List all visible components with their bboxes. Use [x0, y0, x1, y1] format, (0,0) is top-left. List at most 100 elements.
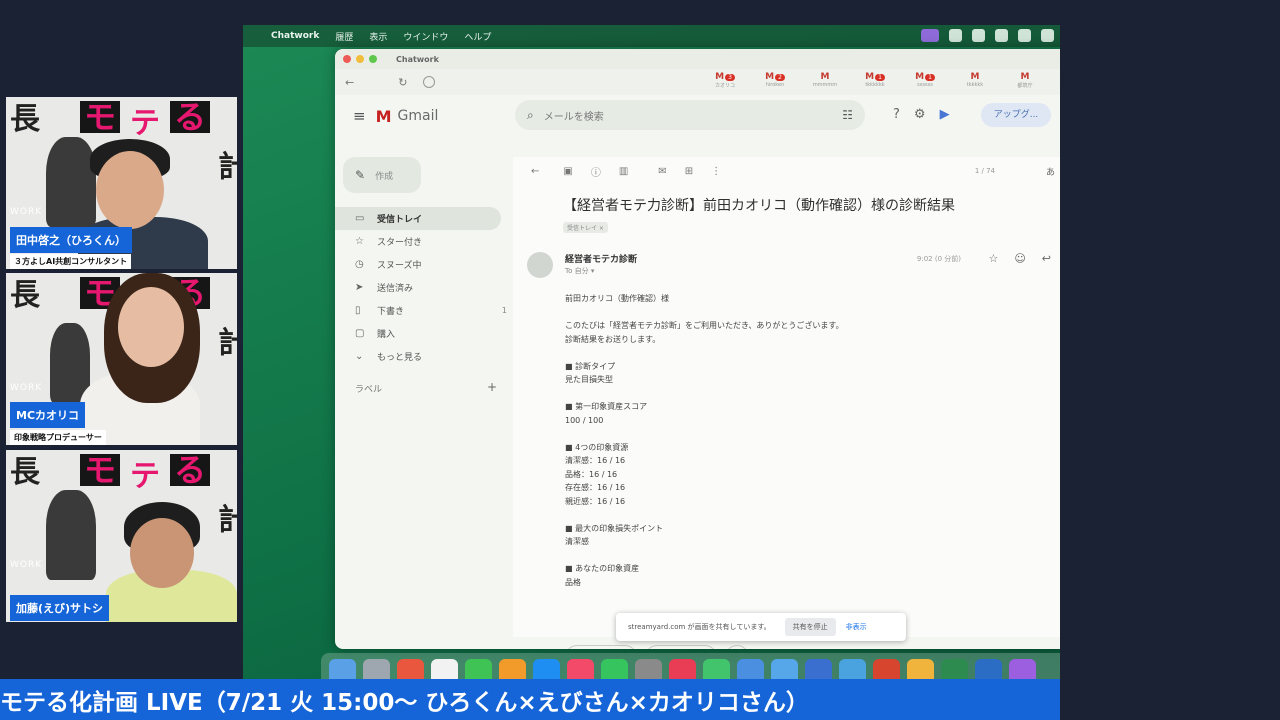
- globe-icon[interactable]: [949, 29, 962, 42]
- battery-icon[interactable]: [1041, 29, 1054, 42]
- archive-icon[interactable]: ▣: [563, 166, 572, 177]
- dock-app-icon[interactable]: [873, 659, 900, 680]
- dock-app-icon[interactable]: [635, 659, 662, 680]
- minimize-window-button[interactable]: [356, 55, 364, 63]
- email-body-line: 親近感：16 / 16: [565, 496, 626, 506]
- menu-app[interactable]: Chatwork: [271, 31, 319, 41]
- dock-app-icon[interactable]: [465, 659, 492, 680]
- line-icon[interactable]: [995, 29, 1008, 42]
- sender-name[interactable]: 経営者モテカ診断: [565, 252, 637, 265]
- screen-share-icon[interactable]: [921, 29, 939, 42]
- reply-actions: ↩返信 ↪転送: [565, 645, 749, 649]
- dock-app-icon[interactable]: [805, 659, 832, 680]
- help-icon[interactable]: ?: [893, 107, 900, 122]
- sidebar-item-sent[interactable]: ➤ 送信済み: [335, 276, 515, 299]
- dock-app-icon[interactable]: [533, 659, 560, 680]
- sidebar-item-more[interactable]: ⌄ もっと見る: [335, 345, 515, 368]
- dock-app-icon[interactable]: [397, 659, 424, 680]
- dock-app-icon[interactable]: [499, 659, 526, 680]
- account-tab[interactable]: M 3 カオリコ: [705, 69, 745, 89]
- back-icon[interactable]: ←: [345, 76, 354, 89]
- tab-caption: 都筑庁: [1017, 83, 1033, 89]
- inbox-label-chip[interactable]: 受信トレイ ×: [563, 222, 608, 233]
- account-tab[interactable]: M 都筑庁: [1005, 69, 1045, 89]
- stop-sharing-button[interactable]: 共有を停止: [784, 618, 836, 636]
- recipient[interactable]: To 自分 ▾: [565, 266, 594, 276]
- main-menu-icon[interactable]: ≡: [353, 107, 366, 125]
- menu-window[interactable]: ウインドウ: [403, 30, 448, 43]
- email-body-gap: [565, 549, 1060, 563]
- dock-app-icon[interactable]: [601, 659, 628, 680]
- account-tab[interactable]: Mtkkkkk: [955, 69, 995, 89]
- input-language[interactable]: あ: [1046, 165, 1055, 178]
- dock-app-icon[interactable]: [839, 659, 866, 680]
- dock-app-icon[interactable]: [771, 659, 798, 680]
- reply-icon[interactable]: ↩: [1042, 252, 1051, 265]
- account-tab[interactable]: Mmmmmm: [805, 69, 845, 89]
- email-body-line: 清潔感: [565, 537, 589, 546]
- forward-button[interactable]: ↪転送: [645, 645, 717, 649]
- gmail-logo[interactable]: M: [376, 107, 392, 126]
- user-icon[interactable]: [1018, 29, 1031, 42]
- speaker-name: 加藤(えび)サトシ: [10, 595, 110, 621]
- chat-icon[interactable]: [972, 29, 985, 42]
- account-icon[interactable]: [423, 76, 436, 88]
- speaker-face: [118, 287, 184, 367]
- hide-notice-button[interactable]: 非表示: [846, 622, 867, 632]
- add-label-icon[interactable]: +: [487, 380, 497, 394]
- sidebar-item-snoozed[interactable]: ◷ スヌーズ中: [335, 253, 515, 276]
- dock-app-icon[interactable]: [363, 659, 390, 680]
- menu-help[interactable]: ヘルプ: [464, 30, 491, 43]
- dock-app-icon[interactable]: [703, 659, 730, 680]
- search-options-icon[interactable]: ☷: [842, 108, 853, 122]
- account-tab[interactable]: M 2 hiroken: [755, 69, 795, 89]
- emoji-icon[interactable]: ☺: [1014, 252, 1025, 265]
- search-input[interactable]: メールを検索: [544, 108, 604, 123]
- paging-indicator: 1 / 74: [974, 167, 995, 175]
- dock-app-icon[interactable]: [975, 659, 1002, 680]
- delete-icon[interactable]: ▥: [619, 166, 628, 177]
- gmail-tab-icon: M: [765, 72, 775, 82]
- move-to-icon[interactable]: ⊞: [685, 166, 693, 177]
- gemini-icon[interactable]: ▶: [940, 107, 950, 122]
- search-icon[interactable]: ⌕: [527, 108, 534, 123]
- search-bar[interactable]: ⌕ メールを検索 ☷: [515, 100, 865, 130]
- dock-app-icon[interactable]: [907, 659, 934, 680]
- sidebar-item-starred[interactable]: ☆ スター付き: [335, 230, 515, 253]
- sidebar-item-label: 受信トレイ: [377, 215, 423, 225]
- dock-app-icon[interactable]: [567, 659, 594, 680]
- account-tab[interactable]: M 1 tkkkkkk: [855, 69, 895, 89]
- dock-app-icon[interactable]: [329, 659, 356, 680]
- reload-icon[interactable]: ↻: [398, 76, 407, 89]
- close-window-button[interactable]: [343, 55, 351, 63]
- email-subject: 【経営者モテ力診断】前田カオリコ（動作確認）様の診断結果 ⎙: [563, 195, 1043, 215]
- compose-button[interactable]: ✎ 作成: [343, 157, 421, 193]
- back-to-list-icon[interactable]: ←: [531, 166, 539, 177]
- maximize-window-button[interactable]: [369, 55, 377, 63]
- tab-caption: カオリコ: [714, 83, 735, 89]
- gmail-tab-icon: M: [820, 72, 830, 82]
- menu-view[interactable]: 表示: [369, 30, 387, 43]
- gmail-tab-icon: M: [715, 72, 725, 82]
- email-body: 前田カオリコ（動作確認）様 このたびは「経営者モテカ診断」をご利用いただき、ありが…: [565, 292, 1060, 589]
- dock-app-icon[interactable]: [941, 659, 968, 680]
- sidebar-item-inbox[interactable]: ▭ 受信トレイ: [335, 207, 501, 230]
- dock-app-icon[interactable]: [1009, 659, 1036, 680]
- dock-app-icon[interactable]: [669, 659, 696, 680]
- sidebar-item-drafts[interactable]: ▯ 下書き 1: [335, 299, 515, 322]
- mark-unread-icon[interactable]: ✉: [658, 166, 666, 177]
- menu-history[interactable]: 履歴: [335, 30, 353, 43]
- emoji-reaction-button[interactable]: [725, 645, 749, 649]
- sidebar-item-purchases[interactable]: ▢ 購入: [335, 322, 515, 345]
- star-icon[interactable]: ☆: [988, 252, 998, 265]
- report-spam-icon[interactable]: ⓘ: [591, 164, 601, 179]
- dock-app-icon[interactable]: [737, 659, 764, 680]
- reply-button[interactable]: ↩返信: [565, 645, 637, 649]
- more-options-icon[interactable]: ⋮: [711, 166, 721, 177]
- account-tab[interactable]: M 1 ssssss: [905, 69, 945, 89]
- upgrade-button[interactable]: アップグ...: [981, 103, 1051, 127]
- dock-app-icon[interactable]: [431, 659, 458, 680]
- settings-icon[interactable]: ⚙: [914, 107, 926, 122]
- clock-icon: ◷: [355, 259, 364, 270]
- star-icon: ☆: [355, 236, 364, 247]
